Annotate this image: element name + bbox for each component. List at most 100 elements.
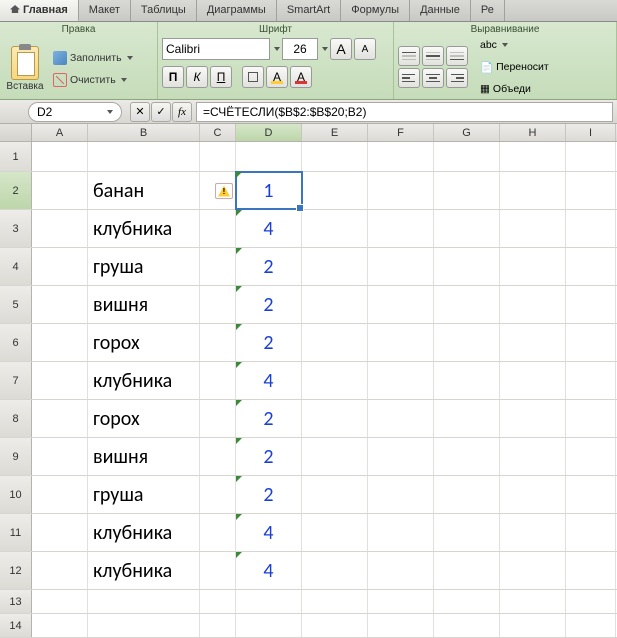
- cell-E11[interactable]: [302, 514, 368, 551]
- row-header[interactable]: 1: [0, 142, 32, 171]
- cell-C6[interactable]: [200, 324, 236, 361]
- cell-G13[interactable]: [434, 590, 500, 613]
- align-center[interactable]: [422, 68, 444, 88]
- cell-C4[interactable]: [200, 248, 236, 285]
- tab-SmartArt[interactable]: SmartArt: [277, 0, 341, 21]
- col-header-D[interactable]: D: [236, 124, 302, 141]
- cell-A4[interactable]: [32, 248, 88, 285]
- row-header[interactable]: 3: [0, 210, 32, 247]
- cell-G12[interactable]: [434, 552, 500, 589]
- cell-C1[interactable]: [200, 142, 236, 171]
- cell-I7[interactable]: [566, 362, 616, 399]
- cell-H12[interactable]: [500, 552, 566, 589]
- cell-H3[interactable]: [500, 210, 566, 247]
- cell-H1[interactable]: [500, 142, 566, 171]
- tab-Главная[interactable]: Главная: [0, 0, 79, 21]
- cell-A5[interactable]: [32, 286, 88, 323]
- cell-I9[interactable]: [566, 438, 616, 475]
- cell-I10[interactable]: [566, 476, 616, 513]
- fill-button[interactable]: Заполнить: [49, 48, 137, 68]
- row-header[interactable]: 12: [0, 552, 32, 589]
- align-bottom[interactable]: [446, 46, 468, 66]
- name-box[interactable]: D2: [28, 102, 122, 122]
- cell-F3[interactable]: [368, 210, 434, 247]
- cell-A11[interactable]: [32, 514, 88, 551]
- cell-F2[interactable]: [368, 172, 434, 209]
- cell-G10[interactable]: [434, 476, 500, 513]
- cell-H8[interactable]: [500, 400, 566, 437]
- tab-Ре[interactable]: Ре: [471, 0, 505, 21]
- cell-H14[interactable]: [500, 614, 566, 637]
- cell-F4[interactable]: [368, 248, 434, 285]
- cell-F1[interactable]: [368, 142, 434, 171]
- cell-G2[interactable]: [434, 172, 500, 209]
- cell-E13[interactable]: [302, 590, 368, 613]
- accept-formula-button[interactable]: ✓: [151, 102, 171, 122]
- font-name-combo[interactable]: Calibri: [162, 38, 270, 60]
- row-header[interactable]: 7: [0, 362, 32, 399]
- cell-H10[interactable]: [500, 476, 566, 513]
- cell-I5[interactable]: [566, 286, 616, 323]
- cell-C2[interactable]: [200, 172, 236, 209]
- cell-H6[interactable]: [500, 324, 566, 361]
- cell-C7[interactable]: [200, 362, 236, 399]
- cell-D7[interactable]: 4: [236, 362, 302, 399]
- cell-A7[interactable]: [32, 362, 88, 399]
- cell-B8[interactable]: горох: [88, 400, 200, 437]
- cell-G7[interactable]: [434, 362, 500, 399]
- cancel-formula-button[interactable]: ✕: [130, 102, 150, 122]
- cell-C14[interactable]: [200, 614, 236, 637]
- cell-B9[interactable]: вишня: [88, 438, 200, 475]
- cell-F11[interactable]: [368, 514, 434, 551]
- col-header-C[interactable]: C: [200, 124, 236, 141]
- cell-I3[interactable]: [566, 210, 616, 247]
- cell-G4[interactable]: [434, 248, 500, 285]
- merge-button[interactable]: ▦ Объеди: [475, 79, 554, 99]
- row-header[interactable]: 8: [0, 400, 32, 437]
- cell-H2[interactable]: [500, 172, 566, 209]
- cell-D2[interactable]: 1: [236, 172, 302, 209]
- orientation-button[interactable]: abc: [475, 35, 554, 55]
- cell-E6[interactable]: [302, 324, 368, 361]
- cell-B11[interactable]: клубника: [88, 514, 200, 551]
- fx-button[interactable]: fx: [172, 102, 192, 122]
- cell-E12[interactable]: [302, 552, 368, 589]
- cell-B3[interactable]: клубника: [88, 210, 200, 247]
- cell-D9[interactable]: 2: [236, 438, 302, 475]
- cell-A1[interactable]: [32, 142, 88, 171]
- cell-D1[interactable]: [236, 142, 302, 171]
- cell-G6[interactable]: [434, 324, 500, 361]
- cell-B12[interactable]: клубника: [88, 552, 200, 589]
- cell-I6[interactable]: [566, 324, 616, 361]
- cell-I12[interactable]: [566, 552, 616, 589]
- cell-B5[interactable]: вишня: [88, 286, 200, 323]
- cell-B2[interactable]: банан: [88, 172, 200, 209]
- col-header-F[interactable]: F: [368, 124, 434, 141]
- cell-F9[interactable]: [368, 438, 434, 475]
- cell-C10[interactable]: [200, 476, 236, 513]
- select-all-corner[interactable]: [0, 124, 32, 141]
- cell-A3[interactable]: [32, 210, 88, 247]
- cell-D6[interactable]: 2: [236, 324, 302, 361]
- cell-E2[interactable]: [302, 172, 368, 209]
- cell-A13[interactable]: [32, 590, 88, 613]
- cell-B13[interactable]: [88, 590, 200, 613]
- cell-E9[interactable]: [302, 438, 368, 475]
- cell-E14[interactable]: [302, 614, 368, 637]
- paste-button[interactable]: Вставка: [4, 46, 46, 92]
- col-header-A[interactable]: A: [32, 124, 88, 141]
- cell-C5[interactable]: [200, 286, 236, 323]
- cell-A14[interactable]: [32, 614, 88, 637]
- cell-G3[interactable]: [434, 210, 500, 247]
- cell-G14[interactable]: [434, 614, 500, 637]
- cell-G8[interactable]: [434, 400, 500, 437]
- col-header-E[interactable]: E: [302, 124, 368, 141]
- cell-F6[interactable]: [368, 324, 434, 361]
- cell-H4[interactable]: [500, 248, 566, 285]
- wrap-text-button[interactable]: 📄 Переносит: [475, 57, 554, 77]
- cell-A6[interactable]: [32, 324, 88, 361]
- cell-G5[interactable]: [434, 286, 500, 323]
- cell-I11[interactable]: [566, 514, 616, 551]
- cell-C8[interactable]: [200, 400, 236, 437]
- cell-E3[interactable]: [302, 210, 368, 247]
